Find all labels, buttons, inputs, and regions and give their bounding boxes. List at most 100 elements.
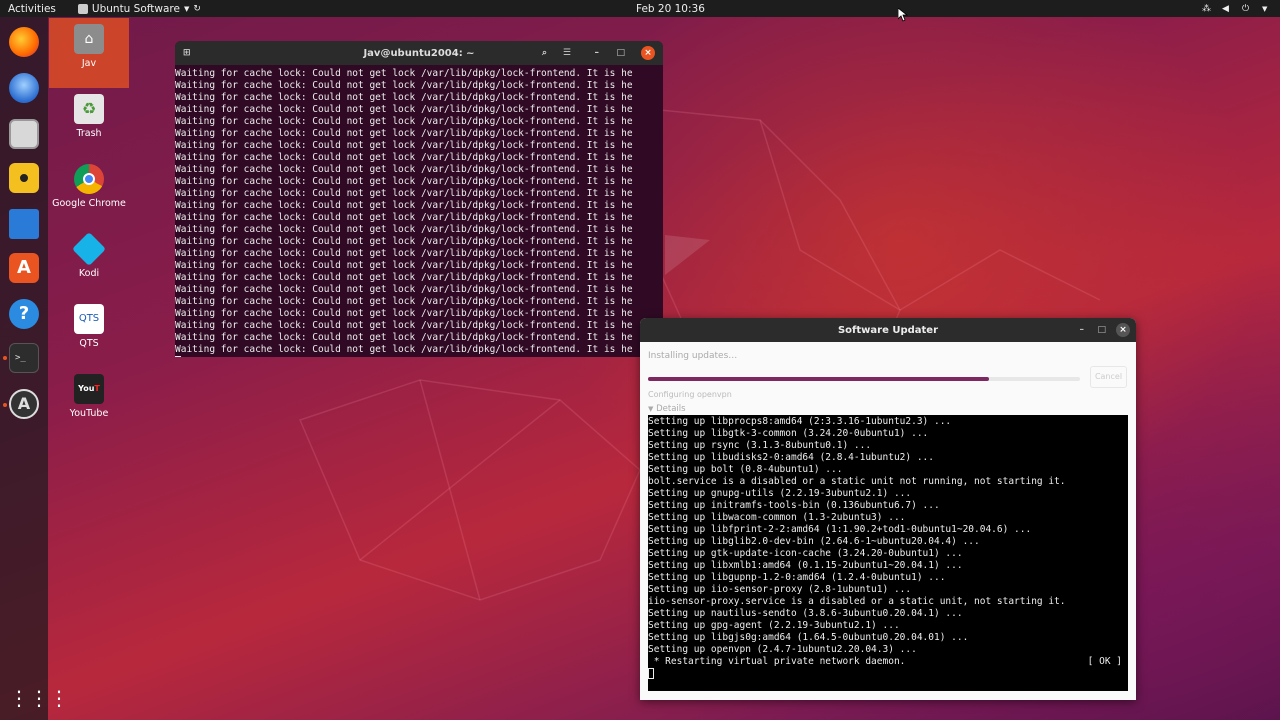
ubuntu-software-icon	[77, 3, 88, 14]
desktop-icon-chrome[interactable]: Google Chrome	[49, 164, 129, 209]
details-label: Details	[656, 404, 686, 414]
terminal-line: Waiting for cache lock: Could not get lo…	[175, 224, 633, 235]
console-line-text: Setting up openvpn (2.4.7-1ubuntu2.20.04…	[648, 644, 917, 655]
minimize-button[interactable]: –	[1080, 325, 1085, 335]
console-line-text: Setting up gnupg-utils (2.2.19-3ubuntu2.…	[648, 488, 912, 499]
mouse-pointer-icon	[898, 8, 908, 22]
terminal-line: Waiting for cache lock: Could not get lo…	[175, 128, 633, 139]
terminal-output[interactable]: Waiting for cache lock: Could not get lo…	[175, 65, 663, 357]
home-folder-icon: ⌂	[74, 24, 104, 54]
software-updater-icon[interactable]: A	[9, 389, 39, 419]
cancel-button[interactable]: Cancel	[1090, 366, 1127, 388]
ubuntu-software-icon[interactable]: A	[9, 253, 39, 283]
terminal-icon[interactable]: >_	[9, 343, 39, 373]
app-menu[interactable]: Ubuntu Software ▼ ↻	[77, 3, 201, 15]
console-line-text: Setting up rsync (3.1.3-8ubuntu0.1) ...	[648, 440, 872, 451]
desktop-icon-youtube[interactable]: YouT YouTube	[49, 374, 129, 419]
activities-button[interactable]: Activities	[8, 3, 56, 15]
terminal-line: Waiting for cache lock: Could not get lo…	[175, 200, 633, 211]
chrome-icon	[74, 164, 104, 194]
maximize-button[interactable]: □	[616, 48, 625, 58]
maximize-button[interactable]: □	[1097, 325, 1106, 335]
system-tray[interactable]: ⁂ ◀ ⏻ ▼	[1202, 4, 1272, 14]
desktop-icon-label: Jav	[81, 58, 97, 69]
console-line-text: Setting up libudisks2-0:amd64 (2.8.4-1ub…	[648, 452, 934, 463]
terminal-line: Waiting for cache lock: Could not get lo…	[175, 80, 633, 91]
network-icon[interactable]: ⁂	[1202, 4, 1212, 14]
terminal-line: Waiting for cache lock: Could not get lo…	[175, 344, 633, 355]
console-line-text: Setting up libgtk-3-common (3.24.20-0ubu…	[648, 428, 929, 439]
terminal-line: Waiting for cache lock: Could not get lo…	[175, 236, 633, 247]
updater-titlebar[interactable]: Software Updater – □ ×	[640, 318, 1136, 342]
close-button[interactable]: ×	[641, 46, 655, 60]
desktop-icon-kodi[interactable]: Kodi	[49, 232, 129, 279]
console-line-text: Setting up initramfs-tools-bin (0.136ubu…	[648, 500, 940, 511]
terminal-line: Waiting for cache lock: Could not get lo…	[175, 320, 633, 331]
console-line: Setting up bolt (0.8-4ubuntu1) ...	[648, 464, 1128, 476]
clock[interactable]: Feb 20 10:36	[636, 3, 705, 15]
terminal-line: Waiting for cache lock: Could not get lo…	[175, 296, 633, 307]
terminal-line: Waiting for cache lock: Could not get lo…	[175, 260, 633, 271]
new-tab-icon[interactable]: ⊞	[183, 48, 191, 58]
details-expander[interactable]: ▼ Details	[648, 404, 686, 414]
console-line-text: Setting up gtk-update-icon-cache (3.24.2…	[648, 548, 963, 559]
console-line: Setting up gnupg-utils (2.2.19-3ubuntu2.…	[648, 488, 1128, 500]
ok-status: [ OK ]	[1087, 656, 1122, 667]
console-line-text: Setting up libfprint-2-2:amd64 (1:1.90.2…	[648, 524, 1032, 535]
terminal-line: ld by process 4290 (aptd)... 159s	[175, 356, 663, 357]
chevron-down-icon[interactable]: ▼	[1262, 4, 1272, 14]
console-line-text: Setting up libxmlb1:amd64 (0.1.15-2ubunt…	[648, 560, 963, 571]
desktop-icon-label: QTS	[79, 338, 99, 349]
desktop-icon-label: Trash	[76, 128, 102, 139]
software-updater-window[interactable]: Software Updater – □ × Installing update…	[640, 318, 1136, 700]
console-line: Setting up openvpn (2.4.7-1ubuntu2.20.04…	[648, 644, 1128, 656]
rhythmbox-icon[interactable]	[9, 163, 39, 193]
progress-fill	[648, 377, 990, 381]
desktop-icon-home[interactable]: ⌂ Jav	[49, 18, 129, 88]
search-icon[interactable]: ⌕	[542, 48, 547, 58]
chevron-down-icon: ▼	[648, 405, 654, 413]
console-line-text: Setting up gpg-agent (2.2.19-3ubuntu2.1)…	[648, 620, 900, 631]
thunderbird-icon[interactable]	[9, 73, 39, 103]
trash-icon: ♻	[74, 94, 104, 124]
terminal-line: Waiting for cache lock: Could not get lo…	[175, 164, 633, 175]
details-console[interactable]: Setting up libprocps8:amd64 (2:3.3.16-1u…	[648, 415, 1128, 691]
terminal-line: Waiting for cache lock: Could not get lo…	[175, 176, 633, 187]
console-line-text: * Restarting virtual private network dae…	[648, 656, 906, 667]
show-apps-icon[interactable]: ⋮⋮⋮	[9, 683, 69, 713]
terminal-line: Waiting for cache lock: Could not get lo…	[175, 152, 633, 163]
console-line: iio-sensor-proxy.service is a disabled o…	[648, 596, 1128, 608]
menu-icon[interactable]: ☰	[563, 48, 571, 58]
running-indicator	[3, 403, 7, 407]
terminal-line: Waiting for cache lock: Could not get lo…	[175, 272, 633, 283]
kodi-icon	[72, 232, 106, 266]
terminal-titlebar[interactable]: ⊞ Jav@ubuntu2004: ~ ⌕ ☰ – □ ×	[175, 41, 663, 65]
terminal-line: Waiting for cache lock: Could not get lo…	[175, 116, 633, 127]
console-line: Setting up libgupnp-1.2-0:amd64 (1.2.4-0…	[648, 572, 1128, 584]
terminal-line: Waiting for cache lock: Could not get lo…	[175, 332, 633, 343]
power-icon[interactable]: ⏻	[1242, 4, 1252, 14]
terminal-title: Jav@ubuntu2004: ~	[363, 47, 475, 59]
console-line-text: Setting up libgjs0g:amd64 (1.64.5-0ubunt…	[648, 632, 969, 643]
console-line: Setting up gtk-update-icon-cache (3.24.2…	[648, 548, 1128, 560]
help-icon[interactable]: ?	[9, 299, 39, 329]
console-line: Setting up iio-sensor-proxy (2.8-1ubuntu…	[648, 584, 1128, 596]
desktop-icon-label: Google Chrome	[52, 198, 126, 209]
desktop-icon-trash[interactable]: ♻ Trash	[49, 94, 129, 139]
terminal-window[interactable]: ⊞ Jav@ubuntu2004: ~ ⌕ ☰ – □ × Waiting fo…	[175, 41, 663, 357]
terminal-line: Waiting for cache lock: Could not get lo…	[175, 104, 633, 115]
volume-icon[interactable]: ◀	[1222, 4, 1232, 14]
progress-bar	[648, 377, 1080, 381]
files-icon[interactable]	[9, 119, 39, 149]
terminal-line: Waiting for cache lock: Could not get lo…	[175, 308, 633, 319]
chevron-down-icon: ▼	[183, 4, 190, 13]
close-button[interactable]: ×	[1116, 323, 1130, 337]
running-indicator	[3, 356, 7, 360]
terminal-line: Waiting for cache lock: Could not get lo…	[175, 284, 633, 295]
desktop-icon-qts[interactable]: QTS QTS	[49, 304, 129, 349]
updater-substatus: Configuring openvpn	[648, 390, 732, 399]
minimize-button[interactable]: –	[595, 48, 600, 58]
writer-icon[interactable]	[9, 209, 39, 239]
terminal-line: Waiting for cache lock: Could not get lo…	[175, 140, 633, 151]
firefox-icon[interactable]	[9, 27, 39, 57]
